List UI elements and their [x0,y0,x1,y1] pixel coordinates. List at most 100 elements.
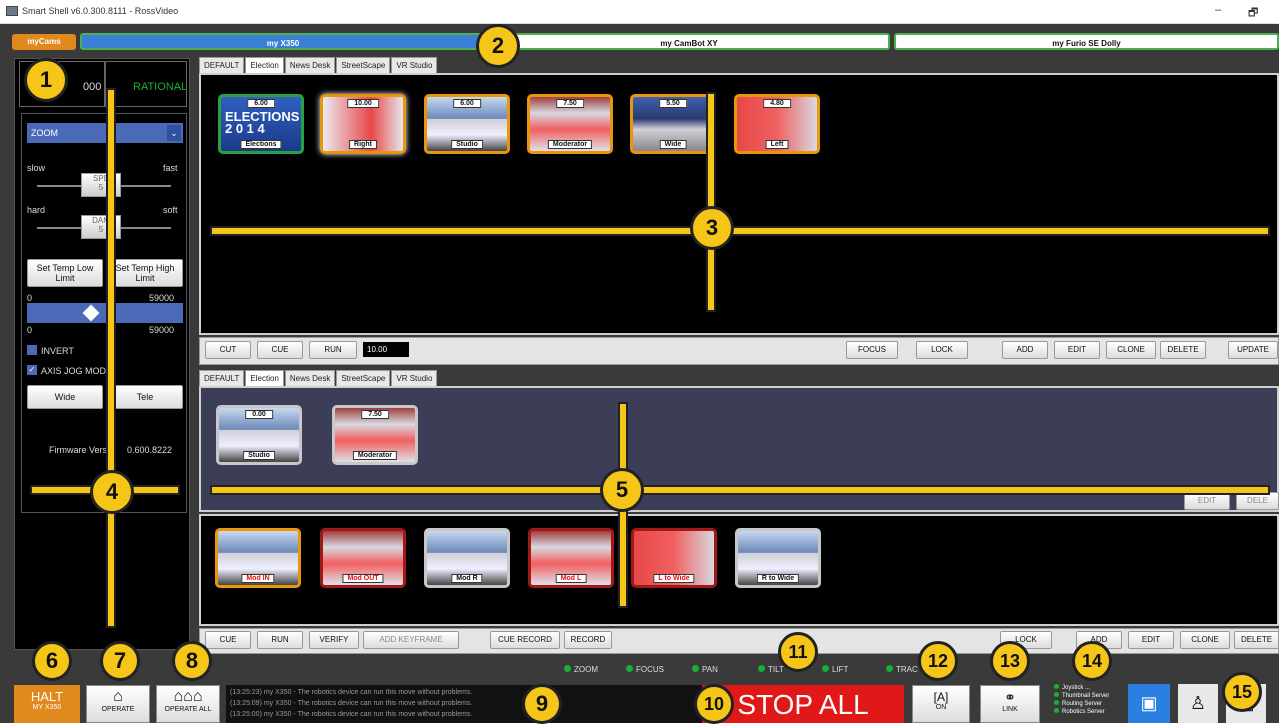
move-name: R to Wide [756,574,800,583]
speed-slow-label: slow [27,163,46,173]
run-button[interactable]: RUN [309,341,357,359]
move-thumb-mod-r[interactable]: Mod R [424,528,510,588]
invert-checkbox[interactable] [27,345,37,355]
shot-duration: 5.50 [659,99,687,108]
add-button[interactable]: ADD [1002,341,1048,359]
shot-thumb-moderator[interactable]: 7.50 Moderator [527,94,613,154]
cam-tab-cambot[interactable]: my CamBot XY [488,33,890,50]
server-thumbnail: Thumbnail Server [1062,693,1110,699]
axis-jog-checkbox[interactable]: ✓ [27,365,37,375]
move-name: L to Wide [653,574,695,583]
shot-thumb-wide[interactable]: 5.50 Wide [630,94,716,154]
tab-election-2[interactable]: Election [245,370,284,386]
move-thumb-mod-out[interactable]: Mod OUT [320,528,406,588]
move-thumb-l-to-wide[interactable]: L to Wide [631,528,717,588]
move-edit-button[interactable]: EDIT [1128,631,1174,649]
cut-button[interactable]: CUT [205,341,251,359]
callout-6: 6 [32,641,72,681]
shot-name: Moderator [352,451,398,460]
shot-thumb-left[interactable]: 4.80 Left [734,94,820,154]
status-zoom: ZOOM [564,665,598,674]
move-thumb-r-to-wide[interactable]: R to Wide [735,528,821,588]
operate-button[interactable]: ⌂ OPERATE [86,685,150,723]
speed-fast-label: fast [163,163,178,173]
joystick-icon[interactable]: ♙ [1178,684,1218,723]
callout-arrow-vertical-3 [706,92,716,312]
tab-default-2[interactable]: DEFAULT [199,370,245,386]
move-cue-button[interactable]: CUE [205,631,251,649]
log-entry: (13:25:00) my X350 - The robotics device… [230,711,473,718]
move-run-button[interactable]: RUN [257,631,303,649]
move-thumb-mod-l[interactable]: Mod L [528,528,614,588]
link-icon: ⚭ [1004,689,1016,705]
move-name: Mod L [555,574,587,583]
tab-election[interactable]: Election [245,57,284,73]
axis-mode-value: ZOOM [31,128,58,138]
run-time-input[interactable]: 10.00 [363,342,409,357]
seq-shot-studio[interactable]: 0.00 Studio [216,405,302,465]
speed-value: 5 [98,183,104,192]
tab-news-desk[interactable]: News Desk [284,57,336,73]
shot-thumb-right[interactable]: 10.00 Right [320,94,406,154]
lock-button[interactable]: LOCK [916,341,968,359]
range-slider[interactable] [27,303,183,323]
auto-button[interactable]: [A] ON [912,685,970,723]
position-value: 000 [83,81,102,93]
tab-streetscape[interactable]: StreetScape [336,57,391,73]
link-button[interactable]: ⚭ LINK [980,685,1040,723]
focus-button[interactable]: FOCUS [846,341,898,359]
record-button[interactable]: RECORD [564,631,612,649]
tab-vr-studio-2[interactable]: VR Studio [391,370,438,386]
callout-5: 5 [600,468,644,512]
cam-tab-x350[interactable]: my X350 [80,33,486,50]
axis-mode-select[interactable]: ZOOM ⌄ [27,123,183,143]
shot-duration: 6.00 [453,99,481,108]
move-thumb-mod-in[interactable]: Mod IN [215,528,301,588]
seq-shot-moderator[interactable]: 7.50 Moderator [332,405,418,465]
set-temp-high-button[interactable]: Set Temp High Limit [107,259,183,287]
operational-status: RATIONAL [133,81,188,93]
tab-vr-studio[interactable]: VR Studio [391,57,438,73]
status-lift: LIFT [822,665,848,674]
callout-4: 4 [90,470,134,514]
cue-record-button[interactable]: CUE RECORD [490,631,560,649]
restore-button[interactable]: 🗗 [1248,4,1258,23]
callout-7: 7 [100,641,140,681]
move-name: Mod OUT [342,574,384,583]
wide-button[interactable]: Wide [27,385,103,409]
shot-thumb-studio[interactable]: 6.00 Studio [424,94,510,154]
status-focus: FOCUS [626,665,664,674]
delete-button[interactable]: DELETE [1160,341,1206,359]
halt-button[interactable]: HALT MY X350 [14,685,80,723]
tab-news-desk-2[interactable]: News Desk [284,370,336,386]
camera-icon[interactable]: ▣ [1128,684,1170,723]
mycams-button[interactable]: myCams [12,34,76,50]
callout-1: 1 [24,58,68,102]
cue-button[interactable]: CUE [257,341,303,359]
operate-all-button[interactable]: ⌂⌂⌂ OPERATE ALL [156,685,220,723]
shot-thumb-elections[interactable]: 6.00 ELECTIONS 2 0 1 4 Elections [218,94,304,154]
status-label: LIFT [832,665,849,674]
minimize-button[interactable]: – [1215,4,1221,16]
tab-default[interactable]: DEFAULT [199,57,245,73]
home-icon: ⌂ [113,688,123,705]
message-log: (13:25:23) my X350 - The robotics device… [226,685,702,723]
move-delete-button[interactable]: DELETE [1234,631,1279,649]
cam-tab-furio[interactable]: my Furio SE Dolly [894,33,1279,50]
tele-button[interactable]: Tele [107,385,183,409]
add-keyframe-button[interactable]: ADD KEYFRAME [363,631,459,649]
clone-button[interactable]: CLONE [1106,341,1156,359]
damp-value: 5 [98,225,104,234]
set-temp-low-button[interactable]: Set Temp Low Limit [27,259,103,287]
tab-streetscape-2[interactable]: StreetScape [336,370,391,386]
operate-all-label: OPERATE ALL [164,706,212,713]
server-robotics: Robotics Server [1062,709,1105,715]
verify-button[interactable]: VERIFY [309,631,359,649]
axis-jog-label: AXIS JOG MODE [41,366,113,376]
homes-icon: ⌂⌂⌂ [173,688,203,705]
edit-button[interactable]: EDIT [1054,341,1100,359]
move-clone-button[interactable]: CLONE [1180,631,1230,649]
halt-label: HALT [30,689,64,704]
range-min-2: 0 [27,325,33,335]
update-button[interactable]: UPDATE [1228,341,1278,359]
